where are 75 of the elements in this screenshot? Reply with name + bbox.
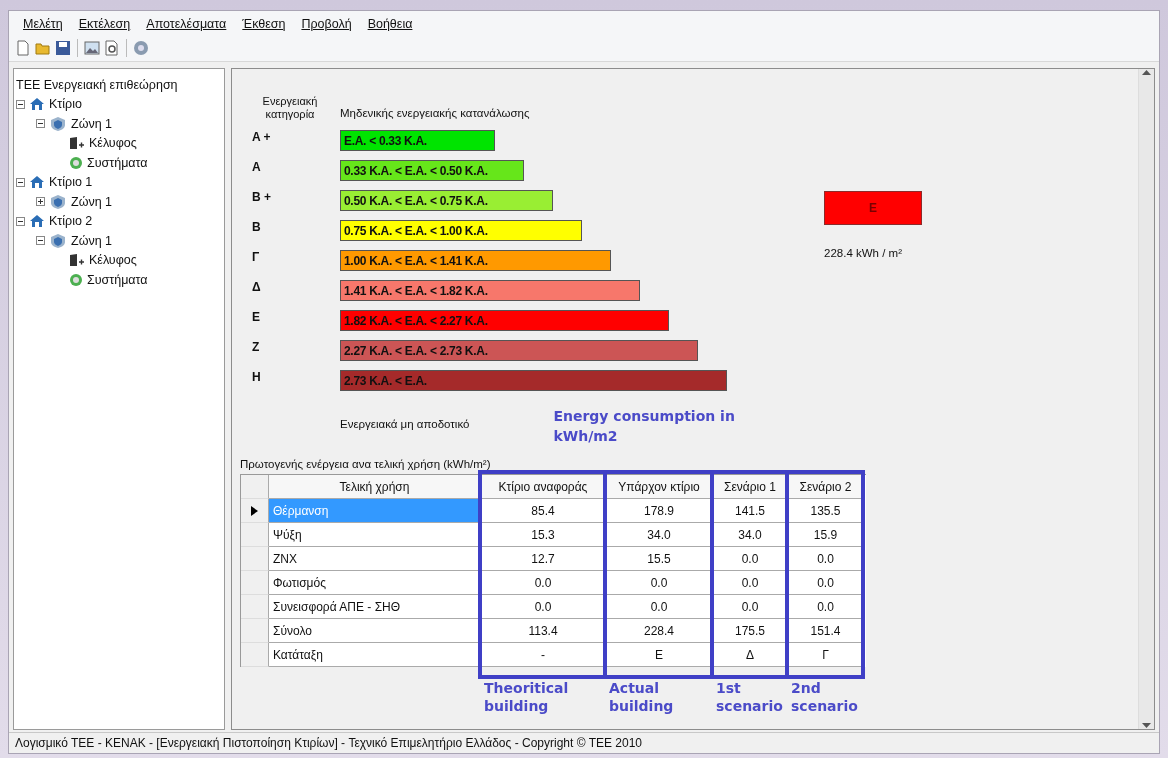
tree-item[interactable]: Ζώνη 1 (71, 116, 113, 131)
shield-icon (49, 193, 67, 210)
column-header[interactable]: Κτίριο αναφοράς (481, 475, 606, 499)
house-icon (29, 175, 45, 190)
menu-item[interactable]: Προβολή (293, 15, 360, 33)
column-header[interactable]: Σενάριο 1 (713, 475, 788, 499)
class-bar: E.A. < 0.33 K.A. (340, 130, 495, 151)
menu-item[interactable]: Βοήθεια (359, 15, 421, 33)
class-label: Z (251, 340, 261, 356)
class-label: A (251, 160, 262, 176)
table-title: Πρωτογενής ενέργεια ανα τελική χρήση (kWh/m²) (240, 458, 492, 470)
tree-item[interactable]: Ζώνη 1 (71, 233, 113, 248)
collapse-icon[interactable] (36, 119, 45, 129)
status-bar: Λογισμικό ΤΕΕ - KENAK - [Ενεργειακή Πιστοποίηση Κτιρίων] - Τεχνικό Επιμελητήριο Ελλάδος - Copyright © TEE 2010 (9, 732, 1159, 753)
print-preview-icon[interactable] (104, 40, 120, 56)
scale-top-label: Μηδενικής ενεργειακής κατανάλωσης (340, 107, 531, 121)
class-label: E (251, 310, 261, 326)
house-icon (29, 214, 45, 229)
class-bar: 0.75 K.A. < E.A. < 1.00 K.A. (340, 220, 582, 241)
class-bar: 0.33 K.A. < E.A. < 0.50 K.A. (340, 160, 524, 181)
annotation-text: Actual building (609, 679, 675, 715)
annotation-text: 1st scenario (716, 679, 784, 715)
class-label: B (251, 220, 262, 236)
tree-root[interactable]: ΤΕΕ Ενεργειακή επιθεώρηση (16, 77, 178, 92)
class-bar: 1.00 K.A. < E.A. < 1.41 K.A. (340, 250, 611, 271)
class-label: Δ (251, 280, 262, 296)
menu-item[interactable]: Μελέτη (15, 15, 71, 33)
class-label: A + (251, 130, 272, 146)
column-header[interactable]: Τελική χρήση (269, 475, 481, 499)
class-bar: 2.73 K.A. < E.A. (340, 370, 727, 391)
collapse-icon[interactable] (16, 99, 25, 109)
energy-reading: 228.4 kWh / m² (824, 247, 903, 259)
class-label: B + (251, 190, 272, 206)
scroll-up-icon[interactable] (1142, 69, 1151, 75)
collapse-icon[interactable] (16, 177, 25, 187)
annotation-text: 2nd scenario (791, 679, 859, 715)
wall-icon (69, 136, 85, 151)
class-label: H (251, 370, 262, 386)
shield-icon (49, 115, 67, 132)
image-icon[interactable] (84, 40, 100, 56)
menu-item[interactable]: Έκθεση (234, 15, 294, 33)
expand-icon[interactable] (36, 197, 45, 207)
rating-badge: E (824, 191, 922, 225)
collapse-icon[interactable] (16, 216, 25, 226)
annotation-text: Energy consumption in kWh/m2 (553, 407, 736, 446)
category-label: Ενεργειακή κατηγορία (261, 95, 319, 121)
column-header[interactable]: Σενάριο 2 (788, 475, 864, 499)
table-corner (241, 475, 269, 499)
class-bar: 1.41 K.A. < E.A. < 1.82 K.A. (340, 280, 640, 301)
tree-item[interactable]: Κτίριο 1 (49, 175, 93, 190)
row-header[interactable] (241, 499, 269, 523)
tree-item[interactable]: Συστήματα (87, 272, 148, 287)
save-icon[interactable] (55, 40, 71, 56)
scroll-down-icon[interactable] (1142, 723, 1151, 729)
tree-item[interactable]: Κέλυφος (89, 136, 137, 151)
tree-item[interactable]: Κτίριο (49, 97, 82, 112)
class-label: Γ (251, 250, 261, 266)
shield-icon (49, 232, 67, 249)
tree-item[interactable]: Κέλυφος (89, 253, 137, 268)
column-header[interactable]: Υπάρχον κτίριο (606, 475, 713, 499)
menu-item[interactable]: Αποτελέσματα (138, 15, 235, 33)
menu-item[interactable]: Εκτέλεση (70, 15, 139, 33)
tree-item[interactable]: Ζώνη 1 (71, 194, 113, 209)
tree-item[interactable]: Κτίριο 2 (49, 214, 93, 229)
new-file-icon[interactable] (15, 40, 31, 56)
wall-icon (69, 253, 85, 268)
class-bar: 0.50 K.A. < E.A. < 0.75 K.A. (340, 190, 553, 211)
annotation-text: Theoritical building (484, 679, 570, 715)
scale-bottom-label: Ενεργειακά μη αποδοτικό (340, 418, 470, 432)
tree-item[interactable]: Συστήματα (87, 155, 148, 170)
collapse-icon[interactable] (36, 236, 45, 246)
table-cell: Θέρμανση (269, 499, 481, 523)
house-icon (29, 97, 45, 112)
class-bar: 1.82 K.A. < E.A. < 2.27 K.A. (340, 310, 669, 331)
class-bar: 2.27 K.A. < E.A. < 2.73 K.A. (340, 340, 698, 361)
